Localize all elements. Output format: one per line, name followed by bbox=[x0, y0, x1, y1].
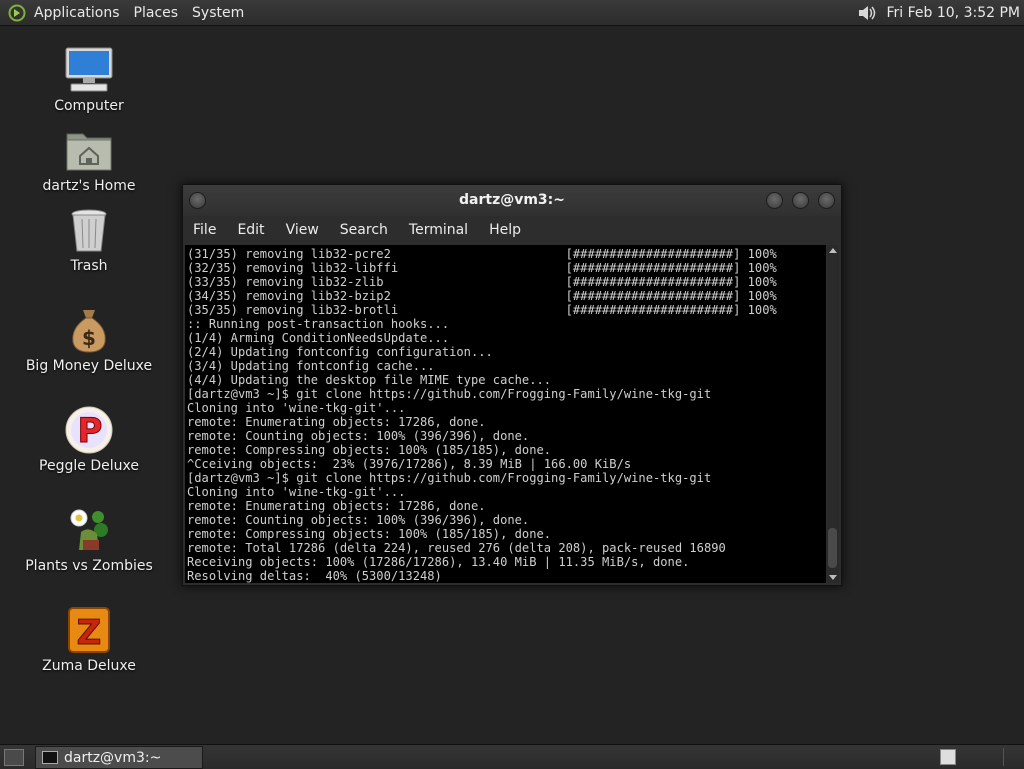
scroll-down-icon[interactable] bbox=[829, 575, 837, 580]
terminal-line: remote: Counting objects: 100% (396/396)… bbox=[187, 513, 530, 527]
window-titlebar[interactable]: dartz@vm3:~ bbox=[183, 185, 841, 216]
menu-edit[interactable]: Edit bbox=[237, 222, 264, 238]
desktop-icon-label: Trash bbox=[70, 258, 108, 274]
window-title: dartz@vm3:~ bbox=[459, 192, 565, 208]
window-menu-icon[interactable] bbox=[189, 192, 206, 209]
maximize-icon[interactable] bbox=[792, 192, 809, 209]
desktop-icon-label: Computer bbox=[54, 98, 124, 114]
terminal-line: :: Running post-transaction hooks... bbox=[187, 317, 450, 331]
show-desktop-icon[interactable] bbox=[4, 749, 24, 766]
desktop-icon-label: Zuma Deluxe bbox=[42, 658, 136, 674]
svg-text:Z: Z bbox=[77, 613, 102, 653]
svg-text:$: $ bbox=[82, 326, 96, 350]
trash-icon bbox=[63, 204, 115, 256]
workspace-switcher[interactable] bbox=[940, 749, 956, 765]
volume-icon[interactable] bbox=[857, 3, 879, 23]
terminal-line: remote: Compressing objects: 100% (185/1… bbox=[187, 443, 552, 457]
desktop-icon-peggle[interactable]: P Peggle Deluxe bbox=[18, 404, 160, 474]
desktop-icon-zuma[interactable]: Z Zuma Deluxe bbox=[18, 604, 160, 674]
terminal-line: (35/35) removing lib32-brotli [#########… bbox=[187, 303, 777, 317]
menu-terminal[interactable]: Terminal bbox=[409, 222, 468, 238]
terminal-line: (33/35) removing lib32-zlib [###########… bbox=[187, 275, 777, 289]
svg-text:P: P bbox=[78, 411, 103, 451]
menu-view[interactable]: View bbox=[286, 222, 319, 238]
clock[interactable]: Fri Feb 10, 3:52 PM bbox=[887, 5, 1021, 21]
terminal-line: ^Cceiving objects: 23% (3976/17286), 8.3… bbox=[187, 457, 632, 471]
terminal-line: [dartz@vm3 ~]$ git clone https://github.… bbox=[187, 471, 712, 485]
terminal-line: (32/35) removing lib32-libffi [#########… bbox=[187, 261, 777, 275]
panel-separator bbox=[1003, 748, 1004, 766]
desktop-icon-label: Peggle Deluxe bbox=[39, 458, 139, 474]
minimize-icon[interactable] bbox=[766, 192, 783, 209]
top-panel: Applications Places System Fri Feb 10, 3… bbox=[0, 0, 1024, 26]
scroll-up-icon[interactable] bbox=[829, 248, 837, 253]
terminal-line: Resolving deltas: 40% (5300/13248) bbox=[187, 569, 442, 583]
terminal-line: Cloning into 'wine-tkg-git'... bbox=[187, 485, 406, 499]
terminal-line: (31/35) removing lib32-pcre2 [##########… bbox=[187, 247, 777, 261]
menu-places[interactable]: Places bbox=[134, 5, 179, 21]
terminal-line: (1/4) Arming ConditionNeedsUpdate... bbox=[187, 331, 450, 345]
menu-help[interactable]: Help bbox=[489, 222, 521, 238]
terminal-menubar: File Edit View Search Terminal Help bbox=[183, 216, 841, 244]
desktop-icon-label: dartz's Home bbox=[42, 178, 136, 194]
close-icon[interactable] bbox=[818, 192, 835, 209]
desktop-icon-label: Big Money Deluxe bbox=[25, 358, 153, 374]
terminal-line: remote: Compressing objects: 100% (185/1… bbox=[187, 527, 552, 541]
terminal-icon bbox=[42, 751, 58, 764]
bottom-panel: dartz@vm3:~ bbox=[0, 744, 1024, 769]
desktop-icon-plants-vs-zombies[interactable]: Plants vs Zombies bbox=[18, 504, 160, 574]
terminal-line: [dartz@vm3 ~]$ git clone https://github.… bbox=[187, 387, 712, 401]
peggle-icon: P bbox=[63, 404, 115, 456]
terminal-line: remote: Enumerating objects: 17286, done… bbox=[187, 415, 486, 429]
zuma-icon: Z bbox=[63, 604, 115, 656]
terminal-output[interactable]: (31/35) removing lib32-pcre2 [##########… bbox=[185, 245, 826, 583]
terminal-scrollbar[interactable] bbox=[827, 245, 839, 583]
terminal-line: remote: Total 17286 (delta 224), reused … bbox=[187, 541, 726, 555]
terminal-line: (2/4) Updating fontconfig configuration.… bbox=[187, 345, 493, 359]
terminal-line: (4/4) Updating the desktop file MIME typ… bbox=[187, 373, 552, 387]
menu-applications[interactable]: Applications bbox=[34, 5, 120, 21]
menu-system[interactable]: System bbox=[192, 5, 244, 21]
terminal-line: (3/4) Updating fontconfig cache... bbox=[187, 359, 435, 373]
desktop-icon-trash[interactable]: Trash bbox=[18, 204, 160, 274]
terminal-line: remote: Counting objects: 100% (396/396)… bbox=[187, 429, 530, 443]
money-bag-icon: $ bbox=[63, 304, 115, 356]
taskbar-item-label: dartz@vm3:~ bbox=[64, 749, 162, 766]
desktop-icon-computer[interactable]: Computer bbox=[18, 44, 160, 114]
terminal-window[interactable]: dartz@vm3:~ File Edit View Search Termin… bbox=[182, 184, 842, 586]
taskbar-item-terminal[interactable]: dartz@vm3:~ bbox=[35, 746, 203, 769]
computer-icon bbox=[63, 44, 115, 96]
terminal-line: remote: Enumerating objects: 17286, done… bbox=[187, 499, 486, 513]
terminal-line: Receiving objects: 100% (17286/17286), 1… bbox=[187, 555, 690, 569]
desktop-icon-home[interactable]: dartz's Home bbox=[18, 124, 160, 194]
plants-vs-zombies-icon bbox=[63, 504, 115, 556]
scrollbar-thumb[interactable] bbox=[828, 528, 837, 568]
distro-logo-icon[interactable] bbox=[8, 4, 26, 22]
desktop-icon-label: Plants vs Zombies bbox=[25, 558, 153, 574]
terminal-line: (34/35) removing lib32-bzip2 [##########… bbox=[187, 289, 777, 303]
menu-file[interactable]: File bbox=[193, 222, 216, 238]
terminal-line: Cloning into 'wine-tkg-git'... bbox=[187, 401, 406, 415]
home-folder-icon bbox=[63, 124, 115, 176]
desktop-icon-big-money[interactable]: $ Big Money Deluxe bbox=[18, 304, 160, 374]
menu-search[interactable]: Search bbox=[340, 222, 388, 238]
